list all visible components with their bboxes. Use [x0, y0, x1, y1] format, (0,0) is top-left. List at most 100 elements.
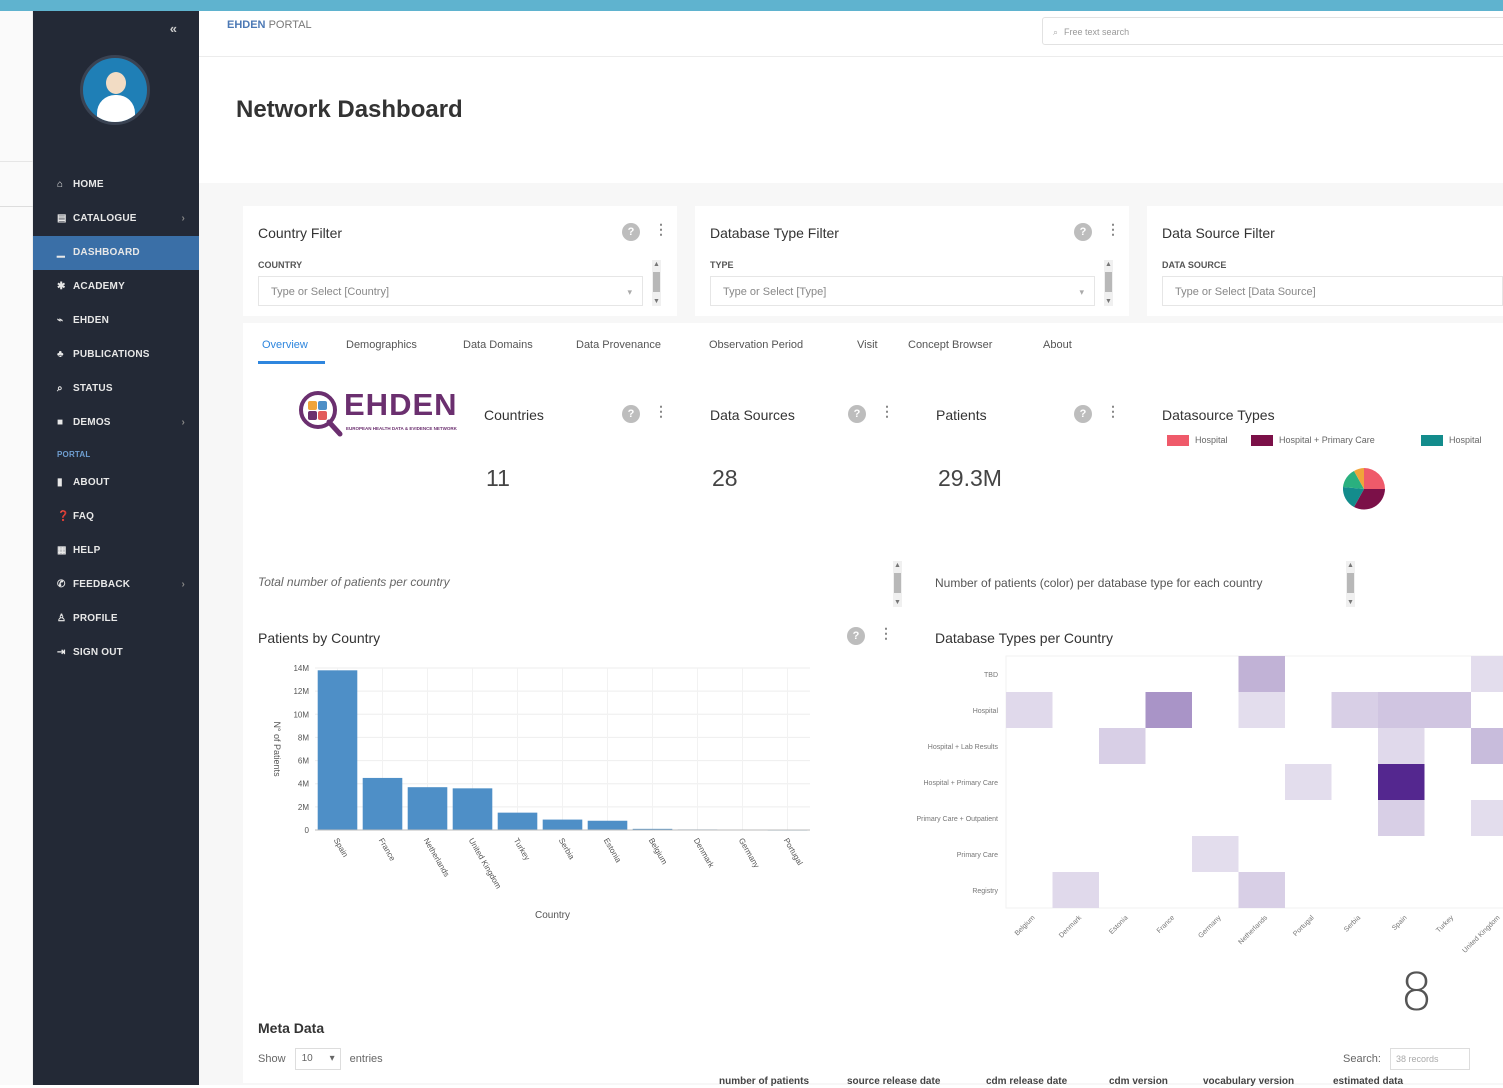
more-options-icon[interactable]: ⋮ — [654, 403, 668, 420]
sidebar-item-catalogue[interactable]: ▤ CATALOGUE › — [33, 202, 199, 236]
sidebar-item-profile[interactable]: ♙ PROFILE — [33, 602, 199, 636]
bookmark-icon: ▮ — [57, 477, 63, 488]
column-header[interactable]: estimated data — [1333, 1076, 1403, 1087]
tab-visit[interactable]: Visit — [857, 339, 878, 351]
bar-serbia[interactable] — [542, 819, 583, 830]
filter-scrollbar[interactable]: ▲ ▼ — [652, 260, 661, 306]
heatmap-cell[interactable] — [1378, 800, 1425, 836]
bar-france[interactable] — [362, 777, 403, 830]
tab-demographics[interactable]: Demographics — [346, 339, 417, 351]
sidebar-item-status[interactable]: ⌕ STATUS — [33, 372, 199, 406]
more-options-icon[interactable]: ⋮ — [654, 221, 668, 238]
help-icon[interactable]: ? — [1074, 405, 1092, 423]
heatmap-cell[interactable] — [1238, 872, 1286, 908]
sidebar-item-publications[interactable]: ♣ PUBLICATIONS — [33, 338, 199, 372]
help-icon[interactable]: ? — [848, 405, 866, 423]
collapse-sidebar-icon[interactable]: « — [170, 21, 177, 36]
chevron-right-icon: › — [181, 417, 185, 428]
column-header[interactable]: cdm version — [1109, 1076, 1168, 1087]
bar-spain[interactable] — [317, 670, 358, 830]
y-tick-label: 4M — [298, 780, 309, 789]
column-header[interactable]: number of patients — [719, 1076, 809, 1087]
stat-label: Data Sources — [710, 407, 795, 423]
sidebar-item-home[interactable]: ⌂ HOME — [33, 168, 199, 202]
sidebar-item-sign-out[interactable]: ⇥ SIGN OUT — [33, 636, 199, 670]
heatmap-cell[interactable] — [1192, 836, 1239, 872]
heatmap-cell[interactable] — [1471, 800, 1503, 836]
global-search-input[interactable]: ⌕ Free text search — [1042, 17, 1503, 45]
database-types-description: Number of patients (color) per database … — [935, 576, 1263, 590]
help-icon[interactable]: ? — [1074, 223, 1092, 241]
tab-overview[interactable]: Overview — [262, 339, 308, 351]
more-options-icon[interactable]: ⋮ — [880, 403, 894, 420]
more-options-icon[interactable]: ⋮ — [1106, 221, 1120, 238]
sidebar-item-academy[interactable]: ✱ ACADEMY — [33, 270, 199, 304]
database-types-per-country-chart: TBD Hospital Hospital + Lab Results Hospita… — [916, 655, 1503, 955]
sidebar-item-ehden[interactable]: ⌁ EHDEN — [33, 304, 199, 338]
portal-brand[interactable]: EHDEN PORTAL — [227, 19, 312, 31]
graduation-icon: ✱ — [57, 281, 66, 292]
heatmap-cell[interactable] — [1099, 728, 1146, 764]
heatmap-cell[interactable] — [1378, 728, 1425, 764]
description-scrollbar-left[interactable]: ▲ ▼ — [893, 561, 902, 607]
tab-concept-browser[interactable]: Concept Browser — [908, 339, 992, 351]
bar-turkey[interactable] — [497, 812, 538, 830]
filter-select[interactable]: Type or Select [Type] ▾ — [710, 276, 1095, 306]
x-tick-label: Belgium — [647, 837, 669, 867]
heatmap-cell[interactable] — [1471, 656, 1503, 692]
y-tick-label: 8M — [298, 733, 309, 742]
bar-united-kingdom[interactable] — [452, 788, 493, 830]
heatmap-cell[interactable] — [1006, 692, 1053, 728]
column-header[interactable]: vocabulary version — [1203, 1076, 1294, 1087]
tab-observation-period[interactable]: Observation Period — [709, 339, 803, 351]
tab-data-domains[interactable]: Data Domains — [463, 339, 533, 351]
tab-data-provenance[interactable]: Data Provenance — [576, 339, 661, 351]
filter-scrollbar[interactable]: ▲ ▼ — [1104, 260, 1113, 306]
meta-data-search: Search: 38 records — [1343, 1048, 1470, 1070]
sidebar-item-about[interactable]: ▮ ABOUT — [33, 466, 199, 500]
bar-estonia[interactable] — [587, 820, 628, 830]
entries-select[interactable]: 10 ▾ — [294, 1048, 341, 1070]
help-icon[interactable]: ? — [622, 223, 640, 241]
help-icon[interactable]: ? — [622, 405, 640, 423]
heatmap-cell[interactable] — [1378, 764, 1425, 800]
datasource-types-pie[interactable] — [1341, 466, 1387, 512]
filter-select[interactable]: Type or Select [Country] ▾ — [258, 276, 643, 306]
column-header[interactable]: source release date — [847, 1076, 940, 1087]
users-icon: ♣ — [57, 349, 64, 360]
heatmap-cell[interactable] — [1471, 728, 1503, 764]
heatmap-cell[interactable] — [1238, 656, 1286, 692]
x-tick-label: Spain — [332, 837, 350, 859]
legend-item[interactable]: Hospital — [1421, 435, 1482, 447]
description-scrollbar-right[interactable]: ▲ ▼ — [1346, 561, 1355, 607]
legend-item[interactable]: Hospital + Primary Care — [1251, 435, 1375, 447]
meta-search-input[interactable]: 38 records — [1389, 1048, 1470, 1070]
sidebar-item-help[interactable]: ▦ HELP — [33, 534, 199, 568]
heatmap-cell[interactable] — [1378, 692, 1425, 728]
datasource-types-title: Datasource Types — [1162, 407, 1275, 423]
sidebar-item-dashboard[interactable]: ▁ DASHBOARD — [33, 236, 199, 270]
sidebar-item-demos[interactable]: ■ DEMOS › — [33, 406, 199, 440]
sidebar-item-feedback[interactable]: ✆ FEEDBACK › — [33, 568, 199, 602]
x-tick-label: Estonia — [602, 837, 623, 865]
avatar[interactable] — [80, 55, 150, 125]
bar-netherlands[interactable] — [407, 787, 448, 830]
heatmap-cell[interactable] — [1424, 692, 1472, 728]
column-header[interactable]: cdm release date — [986, 1076, 1067, 1087]
heatmap-cell[interactable] — [1052, 872, 1100, 908]
sidebar-item-label: CATALOGUE — [73, 213, 137, 224]
heatmap-cell[interactable] — [1285, 764, 1332, 800]
pie-slice-hospital[interactable] — [1364, 468, 1385, 489]
legend-item[interactable]: Hospital — [1167, 435, 1228, 447]
filter-card-country: Country Filter COUNTRY Type or Select [Cou… — [243, 206, 677, 316]
tab-about[interactable]: About — [1043, 339, 1072, 351]
more-options-icon[interactable]: ⋮ — [879, 625, 893, 642]
heatmap-cell[interactable] — [1331, 692, 1379, 728]
help-icon[interactable]: ? — [847, 627, 865, 645]
heatmap-cell[interactable] — [1238, 692, 1286, 728]
heatmap-cell[interactable] — [1145, 692, 1193, 728]
column-label: Netherlands — [1238, 914, 1270, 946]
filter-select[interactable]: Type or Select [Data Source] — [1162, 276, 1503, 306]
sidebar-item-faq[interactable]: ❓ FAQ — [33, 500, 199, 534]
more-options-icon[interactable]: ⋮ — [1106, 403, 1120, 420]
